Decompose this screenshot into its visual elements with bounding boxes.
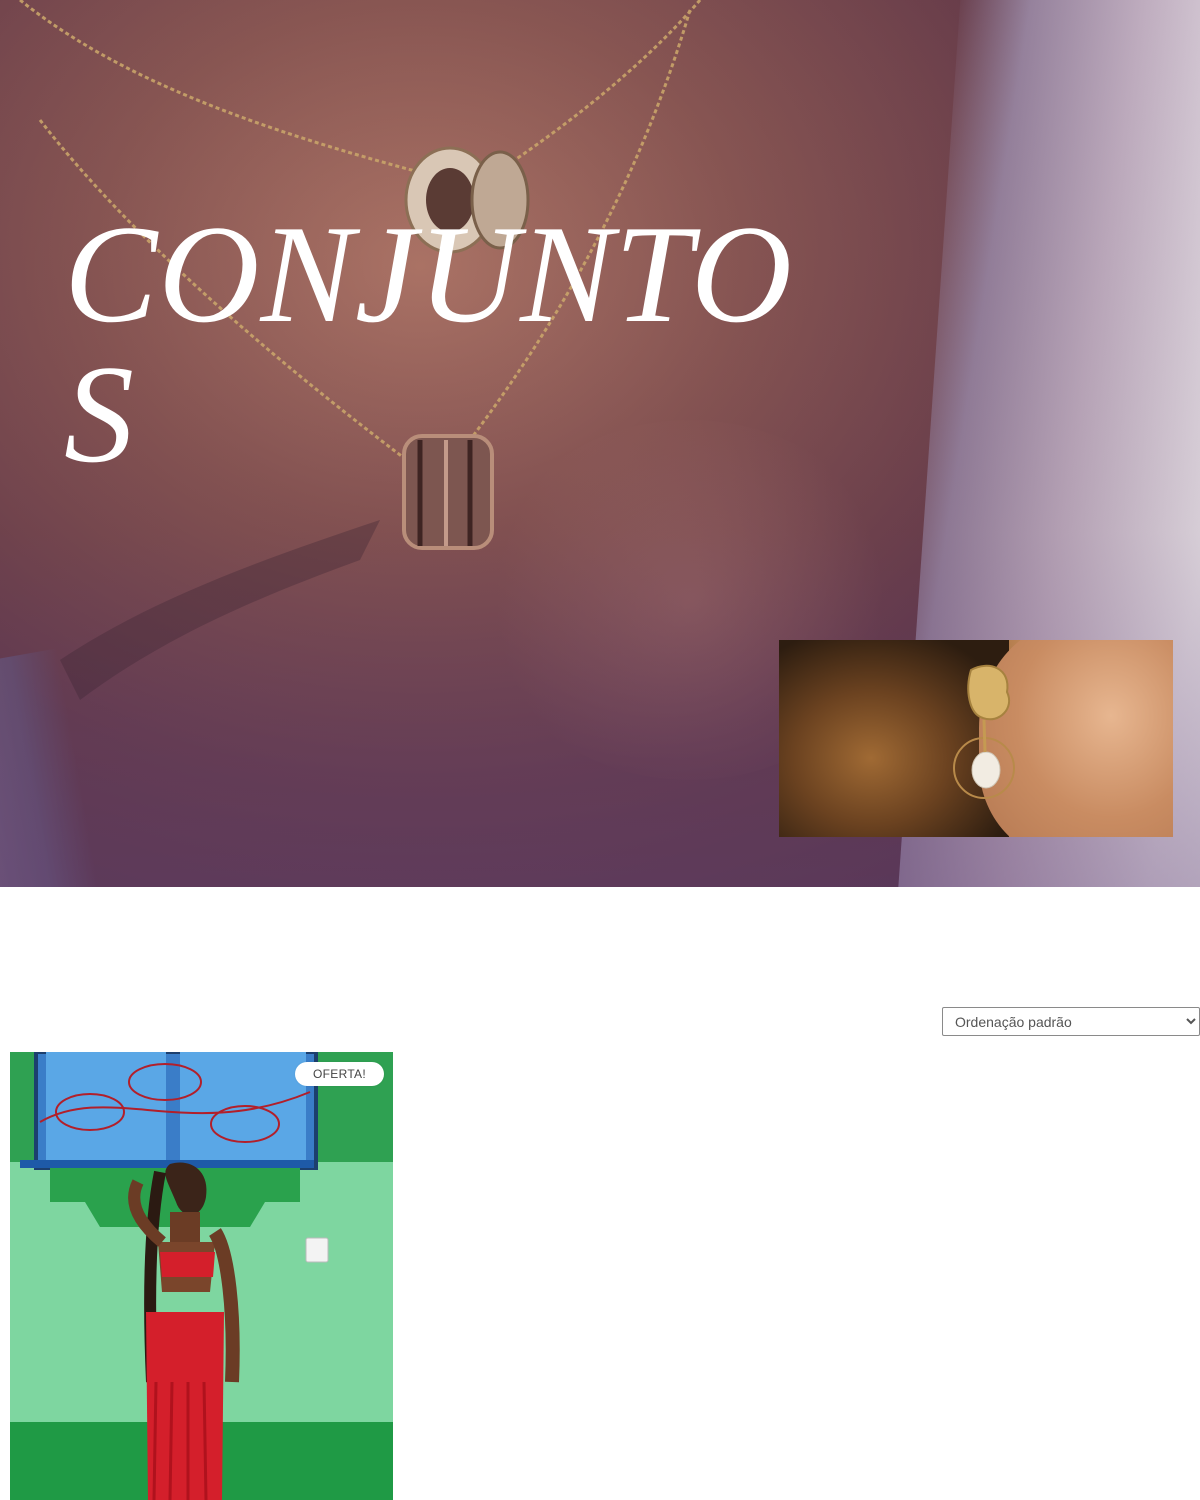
product-card[interactable]: OFERTA! — [10, 1052, 393, 1500]
page-title: CONJUNTOS — [64, 197, 793, 492]
product-image[interactable] — [10, 1052, 393, 1500]
earring-photo — [779, 640, 1173, 837]
sale-badge: OFERTA! — [295, 1062, 384, 1086]
sort-select[interactable]: Ordenação padrão — [942, 1007, 1200, 1036]
hero-banner: CONJUNTOS — [0, 0, 1200, 887]
